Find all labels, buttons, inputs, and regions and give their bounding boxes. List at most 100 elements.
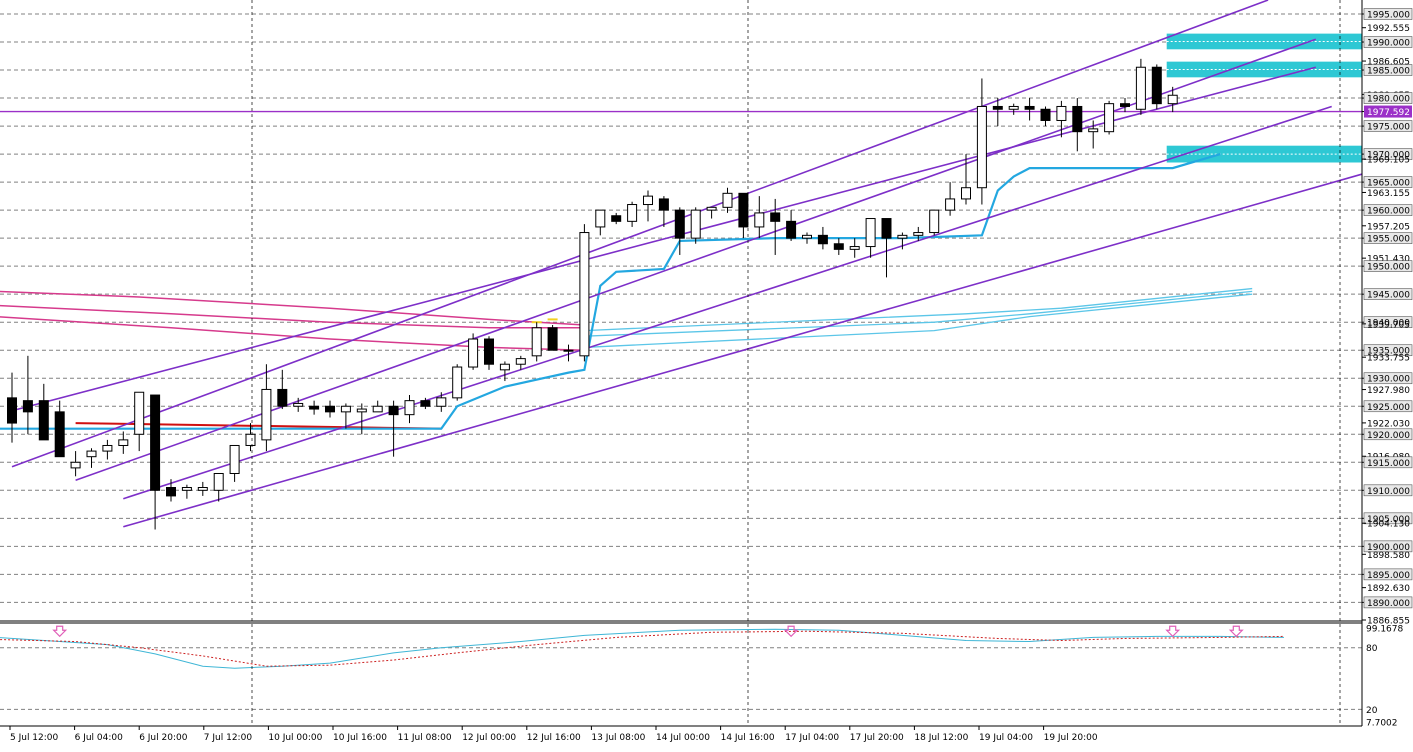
candle-body[interactable] [356,408,367,413]
candle[interactable] [690,207,701,244]
candle[interactable] [484,336,494,370]
candle-body[interactable] [452,366,463,399]
candle[interactable] [452,364,463,401]
candle[interactable] [134,391,145,452]
candle-body[interactable] [579,232,590,357]
candle[interactable] [229,444,240,482]
candle-body[interactable] [1040,108,1051,121]
candle-body[interactable] [992,105,1003,110]
candle[interactable] [1104,100,1115,135]
candle-body[interactable] [86,450,97,458]
candle-body[interactable] [738,192,749,228]
candle[interactable] [404,395,415,424]
candle-body[interactable] [7,397,17,424]
candle-body[interactable] [261,388,272,441]
candle[interactable] [929,209,940,236]
candle-body[interactable] [277,388,288,407]
candle-body[interactable] [420,400,431,407]
candle-body[interactable] [611,215,622,222]
candle-body[interactable] [976,105,987,189]
candle-body[interactable] [595,209,606,228]
candle[interactable] [722,187,733,213]
candle[interactable] [325,400,335,418]
candle-body[interactable] [643,195,653,206]
candle[interactable] [802,232,812,244]
candle[interactable] [309,400,320,415]
candle-body[interactable] [102,444,113,452]
candle-body[interactable] [468,338,479,368]
candle-body[interactable] [309,405,320,410]
candle[interactable] [1008,103,1019,115]
candle[interactable] [738,192,749,239]
candle[interactable] [754,196,765,239]
candle-body[interactable] [404,400,415,416]
candle[interactable] [706,206,717,219]
candle[interactable] [881,218,892,278]
candle-body[interactable] [515,358,526,365]
candle-body[interactable] [849,246,860,250]
candle-body[interactable] [802,234,812,239]
candle-body[interactable] [54,411,65,458]
candle-body[interactable] [627,204,638,222]
candle[interactable] [261,364,272,452]
candle-body[interactable] [1008,105,1019,110]
candle-body[interactable] [674,209,685,239]
candle-body[interactable] [706,206,717,211]
candle-body[interactable] [1104,103,1115,133]
candle[interactable] [833,238,844,255]
candle-body[interactable] [181,487,192,491]
candle-body[interactable] [929,209,940,234]
candle-body[interactable] [340,405,351,413]
candle[interactable] [1040,106,1051,127]
candle-body[interactable] [897,234,908,239]
candle-body[interactable] [229,444,240,474]
candle-body[interactable] [22,400,33,413]
candle[interactable] [786,210,797,241]
candle[interactable] [865,218,876,258]
candle[interactable] [643,190,653,222]
candle[interactable] [976,78,987,205]
candle-body[interactable] [1088,128,1099,133]
candle-body[interactable] [563,349,574,352]
candle-body[interactable] [293,402,304,407]
candle-body[interactable] [325,405,335,413]
candle-body[interactable] [1056,105,1067,121]
candle-body[interactable] [865,218,876,248]
indicator-panel[interactable] [0,625,1362,710]
candle[interactable] [197,481,208,496]
candle[interactable] [611,212,622,225]
candle-body[interactable] [770,212,781,222]
candle[interactable] [849,238,860,258]
candle-body[interactable] [213,472,224,491]
candle[interactable] [213,472,224,502]
candle[interactable] [499,361,510,382]
candle-body[interactable] [722,192,733,208]
candle-body[interactable] [913,232,924,236]
candle-body[interactable] [690,209,701,239]
candle[interactable] [770,198,781,255]
candle-body[interactable] [134,391,145,435]
candle-body[interactable] [1135,66,1146,110]
candle[interactable] [1024,98,1035,121]
candle-body[interactable] [197,487,208,491]
candle-body[interactable] [833,243,844,250]
candle-body[interactable] [658,198,669,211]
candle[interactable] [658,196,669,227]
candle[interactable] [86,448,97,468]
candle[interactable] [277,369,288,410]
chart-canvas[interactable]: 1995.0001992.5551990.0001986.6051985.000… [0,0,1413,748]
candle-body[interactable] [499,363,510,371]
candle[interactable] [468,333,479,370]
candle[interactable] [245,423,256,452]
candle[interactable] [7,372,17,443]
candle-body[interactable] [1120,103,1130,107]
candle-body[interactable] [436,397,447,407]
candle[interactable] [38,383,49,441]
candle[interactable] [547,325,558,351]
main-price-panel[interactable] [0,0,1364,603]
candle[interactable] [54,400,65,458]
candle-body[interactable] [150,394,161,491]
candle[interactable] [817,226,828,250]
candle-body[interactable] [245,433,256,446]
candle-body[interactable] [961,187,971,200]
